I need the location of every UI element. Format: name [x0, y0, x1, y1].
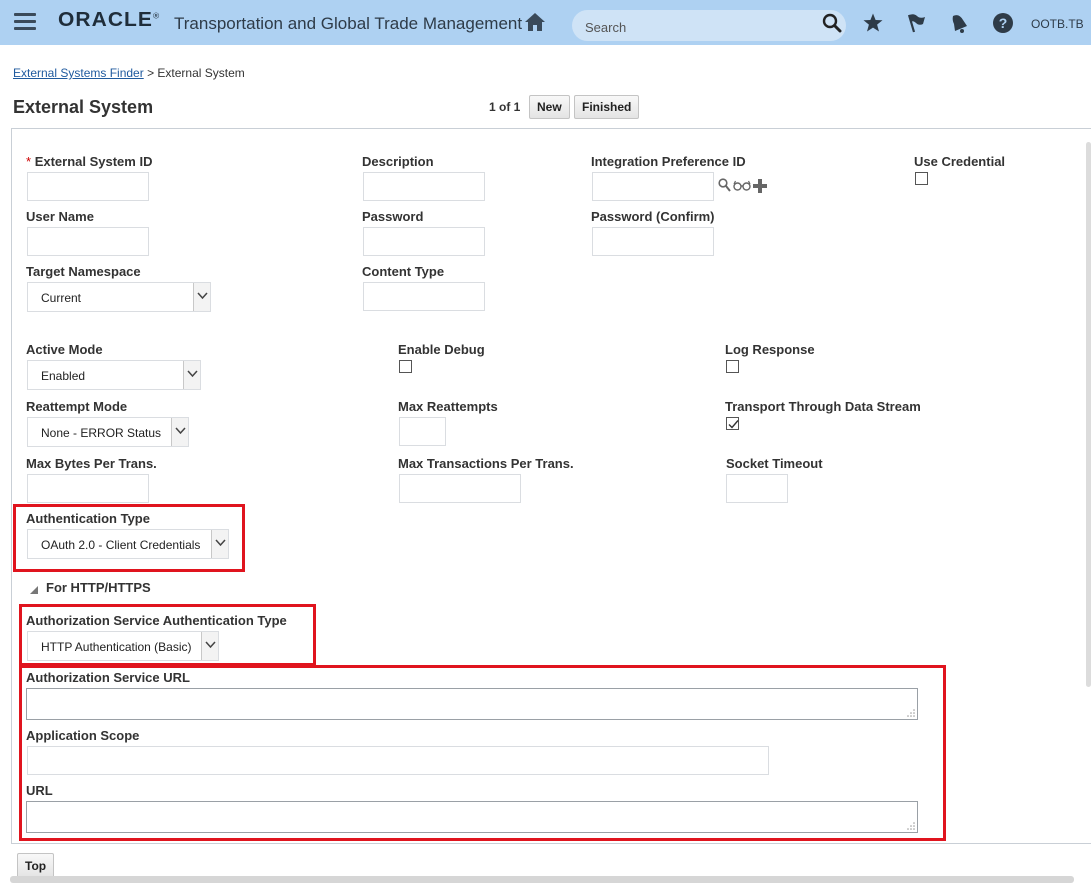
description-label: Description [362, 154, 434, 169]
lookup-icon[interactable] [718, 178, 731, 192]
new-button[interactable]: New [529, 95, 570, 119]
max-bytes-per-trans-input[interactable] [27, 474, 149, 503]
enable-debug-label: Enable Debug [398, 342, 485, 357]
enable-debug-checkbox[interactable] [399, 360, 412, 373]
chevron-down-icon [211, 530, 228, 558]
active-mode-label: Active Mode [26, 342, 103, 357]
content-type-input[interactable] [363, 282, 485, 311]
top-button[interactable]: Top [17, 853, 55, 878]
integration-preference-id-input[interactable] [592, 172, 714, 201]
chevron-down-icon [183, 361, 200, 389]
socket-timeout-label: Socket Timeout [726, 456, 823, 471]
collapse-triangle-icon [30, 586, 38, 594]
user-name-input[interactable] [27, 227, 149, 256]
reattempt-mode-value: None - ERROR Status [41, 426, 162, 440]
authentication-type-label: Authentication Type [26, 511, 150, 526]
svg-text:?: ? [999, 15, 1008, 31]
form-panel [11, 128, 1091, 844]
horizontal-scrollbar[interactable] [10, 876, 1074, 883]
max-transactions-per-trans-label: Max Transactions Per Trans. [398, 456, 574, 471]
help-icon[interactable]: ? [992, 12, 1014, 34]
top-bar: ORACLE® Transportation and Global Trade … [0, 0, 1091, 45]
password-confirm-input[interactable] [592, 227, 714, 256]
password-input[interactable] [363, 227, 485, 256]
max-transactions-per-trans-input[interactable] [399, 474, 521, 503]
password-confirm-label: Password (Confirm) [591, 209, 715, 224]
app-title: Transportation and Global Trade Manageme… [174, 14, 523, 33]
auth-service-auth-type-value: HTTP Authentication (Basic) [41, 640, 192, 654]
external-system-id-label: * External System ID [26, 154, 153, 169]
breadcrumb-separator: > [147, 66, 155, 80]
menu-icon[interactable] [14, 13, 36, 31]
max-reattempts-label: Max Reattempts [398, 399, 498, 414]
external-system-id-input[interactable] [27, 172, 149, 201]
password-label: Password [362, 209, 424, 224]
use-credential-label: Use Credential [914, 154, 1006, 169]
add-icon[interactable] [753, 179, 767, 193]
reattempt-mode-select[interactable]: None - ERROR Status [27, 417, 189, 447]
transport-through-data-stream-checkbox[interactable] [726, 417, 739, 430]
chevron-down-icon [201, 632, 218, 660]
finished-button[interactable]: Finished [574, 95, 640, 119]
application-scope-label: Application Scope [26, 728, 140, 743]
chevron-down-icon [193, 283, 210, 311]
authentication-type-value: OAuth 2.0 - Client Credentials [41, 538, 201, 552]
star-icon[interactable] [862, 12, 884, 34]
socket-timeout-input[interactable] [726, 474, 788, 503]
user-menu[interactable]: OOTB.TB [1031, 17, 1084, 31]
search-input[interactable] [572, 10, 846, 41]
transport-through-data-stream-label: Transport Through Data Stream [725, 399, 921, 414]
user-name-label: User Name [26, 209, 94, 224]
http-section-title: For HTTP/HTTPS [46, 580, 151, 595]
use-credential-checkbox[interactable] [915, 172, 928, 185]
search-icon[interactable] [822, 13, 842, 33]
log-response-label: Log Response [725, 342, 815, 357]
checkmark-icon [728, 420, 739, 429]
auth-service-url-textarea[interactable] [26, 688, 918, 720]
vertical-scrollbar[interactable] [1086, 142, 1091, 687]
active-mode-value: Enabled [41, 369, 86, 383]
max-reattempts-input[interactable] [399, 417, 446, 446]
bell-icon[interactable] [948, 12, 970, 34]
chevron-down-icon [171, 418, 188, 446]
integration-preference-id-label: Integration Preference ID [591, 154, 746, 169]
resize-grip-icon[interactable] [907, 709, 915, 717]
target-namespace-label: Target Namespace [26, 264, 141, 279]
description-input[interactable] [363, 172, 485, 201]
reattempt-mode-label: Reattempt Mode [26, 399, 128, 414]
application-scope-input[interactable] [27, 746, 769, 775]
auth-service-auth-type-select[interactable]: HTTP Authentication (Basic) [27, 631, 219, 661]
url-textarea[interactable] [26, 801, 918, 833]
breadcrumb-current: External System [157, 66, 245, 80]
max-bytes-per-trans-label: Max Bytes Per Trans. [26, 456, 157, 471]
active-mode-select[interactable]: Enabled [27, 360, 201, 390]
log-response-checkbox[interactable] [726, 360, 739, 373]
flag-icon[interactable] [905, 12, 927, 34]
oracle-logo: ORACLE® [58, 9, 160, 31]
authentication-type-select[interactable]: OAuth 2.0 - Client Credentials [27, 529, 229, 559]
resize-grip-icon[interactable] [907, 822, 915, 830]
auth-service-url-label: Authorization Service URL [26, 670, 190, 685]
url-label: URL [26, 783, 53, 798]
target-namespace-select[interactable]: Current [27, 282, 211, 312]
breadcrumb-link-finder[interactable]: External Systems Finder [13, 66, 144, 80]
auth-service-auth-type-label: Authorization Service Authentication Typ… [26, 613, 287, 628]
content-type-label: Content Type [362, 264, 445, 279]
record-pager: 1 of 1 [489, 100, 521, 114]
page-title: External System [13, 97, 154, 117]
view-icon[interactable] [733, 180, 751, 191]
breadcrumb: External Systems Finder > External Syste… [13, 66, 245, 80]
home-icon[interactable] [524, 12, 546, 32]
target-namespace-value: Current [41, 291, 82, 305]
